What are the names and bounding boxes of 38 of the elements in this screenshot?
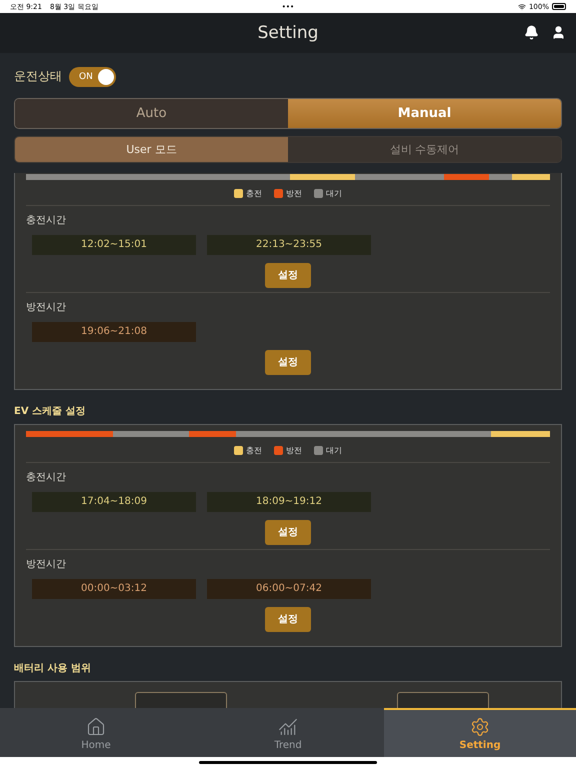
set-button[interactable]: 설정 [265, 606, 311, 632]
time-range-field[interactable]: 12:02~15:01 [32, 234, 196, 255]
page-title: Setting [258, 23, 318, 44]
mode-tab[interactable]: Manual [288, 98, 561, 128]
legend-label: 방전 [286, 188, 302, 199]
legend-label: 방전 [286, 444, 302, 456]
section-title: EV 스케줄 설정 [14, 404, 87, 418]
tab-bar-item[interactable]: Setting [384, 708, 576, 758]
settings-icon [470, 716, 490, 737]
time-range-field[interactable]: 19:06~21:08 [32, 322, 196, 342]
sub-mode-tab[interactable]: 설비 수동제어 [288, 136, 561, 162]
user-icon[interactable] [551, 25, 566, 40]
legend-label: 충전 [246, 444, 262, 456]
group-label: 방전시간 [26, 300, 67, 314]
operation-label: 운전상태 [14, 68, 62, 86]
chart-icon [278, 716, 298, 737]
set-button[interactable]: 설정 [265, 350, 311, 375]
legend-label: 대기 [326, 444, 342, 456]
section-title: 배터리 사용 범위 [14, 662, 92, 675]
set-button[interactable]: 설정 [265, 262, 311, 288]
group-label: 충전시간 [26, 470, 67, 484]
mode-tab[interactable]: Auto [15, 98, 288, 128]
time-range-field[interactable]: 17:04~18:09 [32, 492, 196, 512]
set-button[interactable]: 설정 [265, 520, 311, 545]
time-range-field[interactable]: 22:13~23:55 [207, 234, 371, 255]
wifi-icon [518, 2, 526, 11]
legend-label: 대기 [326, 188, 342, 199]
group-label: 충전시간 [26, 214, 67, 227]
sub-mode-tab[interactable]: User 모드 [15, 136, 288, 162]
time-range-field[interactable]: 06:00~07:42 [207, 578, 371, 599]
legend-label: 충전 [246, 188, 262, 199]
home-icon [86, 716, 106, 737]
operation-switch[interactable]: ON [69, 66, 116, 87]
time-range-field[interactable]: 18:09~19:12 [207, 492, 371, 512]
bell-icon[interactable] [524, 25, 539, 40]
battery-icon [552, 3, 566, 10]
time-range-field[interactable]: 00:00~03:12 [32, 578, 196, 599]
group-label: 방전시간 [26, 558, 67, 571]
